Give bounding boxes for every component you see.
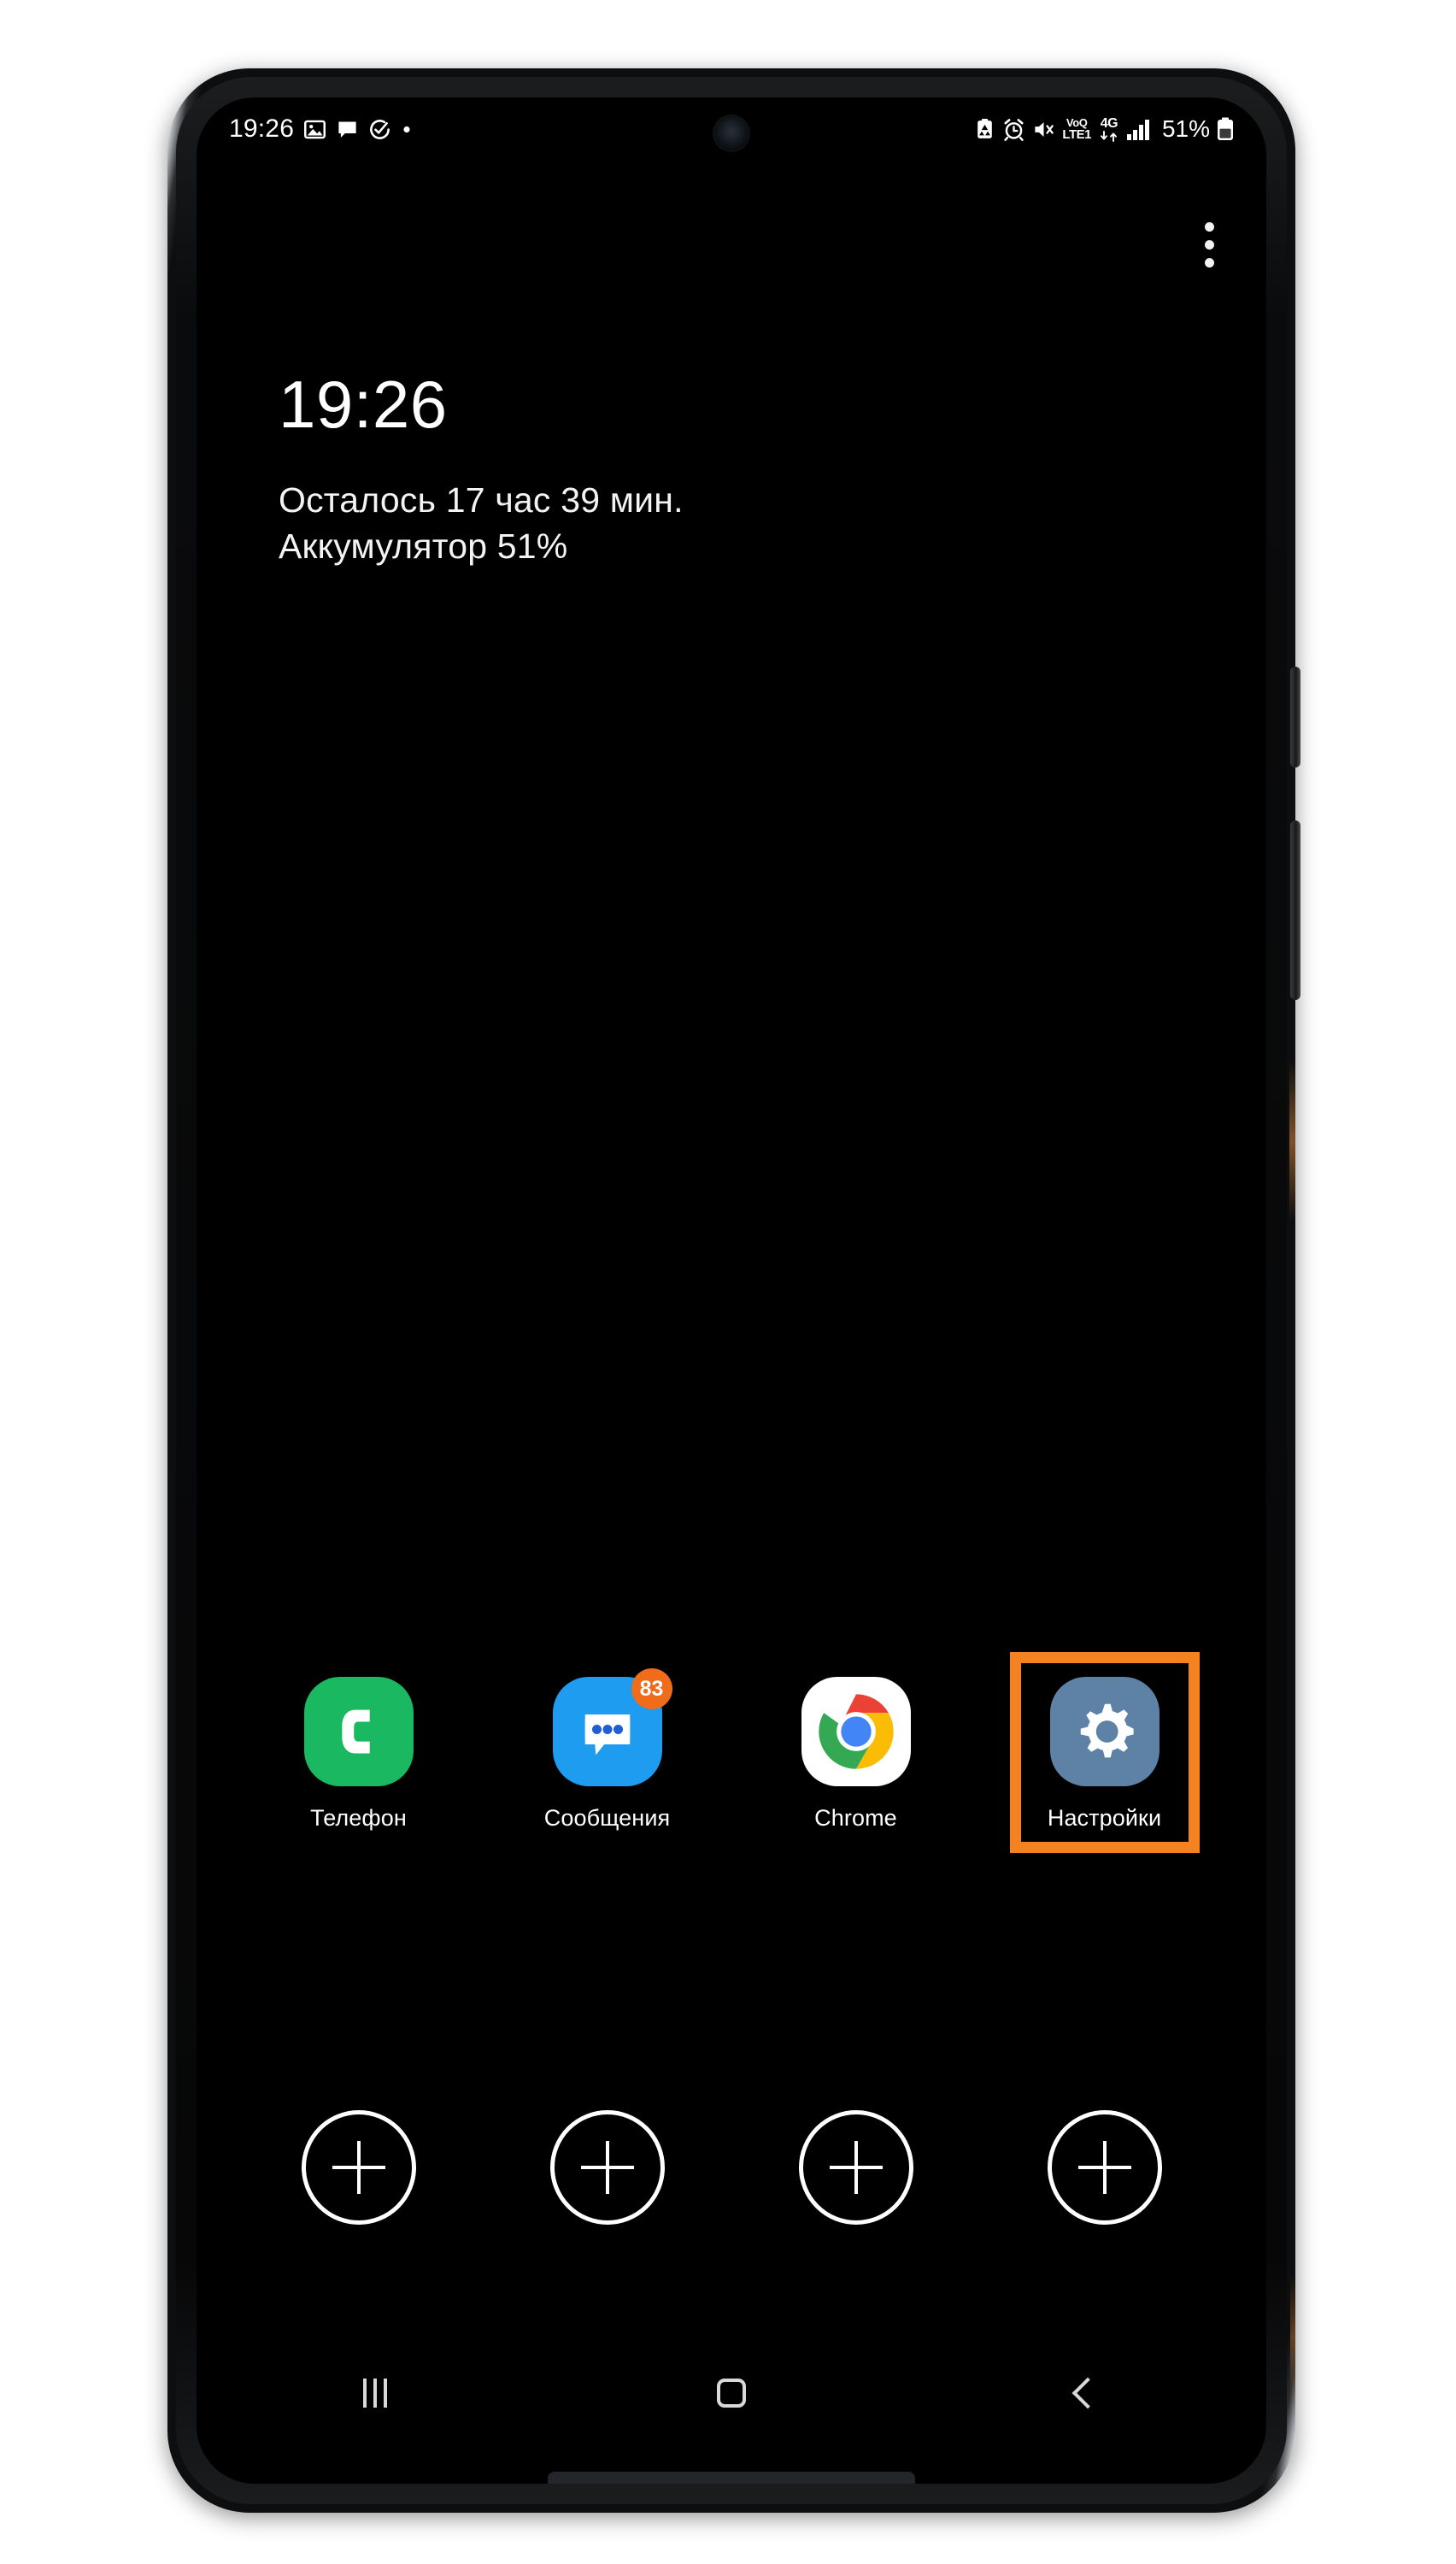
data-saver-icon: [978, 118, 993, 138]
plus-icon: [798, 2110, 913, 2225]
home-icon: [716, 2379, 746, 2408]
screen-edge-reflection-lower: [1290, 2273, 1295, 2402]
settings-icon-bg: [1049, 1677, 1160, 1786]
volte-indicator: VoQ LTE1: [1062, 116, 1091, 142]
check-circle-icon: [370, 119, 390, 139]
phone-icon-wrap: [303, 1677, 414, 1786]
plus-icon: [549, 2110, 665, 2225]
nav-back-button[interactable]: [1024, 2352, 1152, 2434]
app-label-chrome: Chrome: [814, 1805, 897, 1831]
signal-bars-icon: [1126, 120, 1149, 140]
overflow-dot-3: [1204, 257, 1214, 268]
more-dot-icon: [403, 126, 410, 132]
battery-percent-label: 51%: [1161, 115, 1210, 142]
chrome-icon-wrap: [801, 1677, 911, 1786]
bottom-screen-sliver: [548, 2472, 915, 2484]
empty-slot-1[interactable]: [273, 2110, 444, 2225]
chrome-icon: [814, 1691, 897, 1773]
app-icon-messages[interactable]: 83 Сообщения: [522, 1661, 693, 1844]
status-bar-right-group: VoQ LTE1 4G 51%: [974, 115, 1234, 142]
data-transfer-arrows-icon: [1101, 130, 1117, 142]
plus-icon: [301, 2110, 416, 2225]
settings-icon-wrap: [1049, 1677, 1160, 1786]
aod-clock: 19:26: [279, 367, 448, 442]
battery-level-label: Аккумулятор 51%: [279, 526, 568, 567]
overflow-menu-button[interactable]: [1189, 200, 1229, 289]
back-chevron-icon: [1071, 2377, 1104, 2409]
phone-icon: [341, 1709, 370, 1754]
battery-icon: [1218, 117, 1233, 140]
messages-icon-wrap: 83: [552, 1668, 672, 1786]
empty-slot-3[interactable]: [771, 2110, 942, 2225]
alarm-icon: [1004, 118, 1024, 141]
messages-icon: [584, 1714, 630, 1755]
battery-time-remaining-label: Осталось 17 час 39 мин.: [279, 480, 684, 520]
status-bar-left-group: 19:26: [229, 116, 413, 142]
status-bar-clock: 19:26: [229, 115, 295, 143]
nav-home-button[interactable]: [667, 2352, 796, 2434]
app-label-phone: Телефон: [310, 1805, 407, 1831]
screen-edge-reflection: [1289, 1060, 1295, 1222]
phone-icon-bg: [303, 1677, 414, 1786]
app-icon-phone[interactable]: Телефон: [273, 1661, 444, 1844]
recents-bar-3: [383, 2379, 387, 2408]
always-on-display-info: 19:26 Осталось 17 час 39 мин. Аккумулято…: [279, 371, 684, 569]
phone-screen: 19:26 VoQ LTE1 4G 51% 19:26 Осталось 17 …: [197, 97, 1266, 2484]
messages-unread-badge: 83: [631, 1668, 672, 1709]
empty-slot-4[interactable]: [1019, 2110, 1190, 2225]
empty-slot-2[interactable]: [522, 2110, 693, 2225]
gallery-icon: [304, 120, 326, 138]
app-icon-settings[interactable]: Настройки: [1009, 1652, 1200, 1853]
mobile-data-indicator: 4G: [1098, 116, 1120, 142]
app-label-settings: Настройки: [1047, 1805, 1162, 1831]
overflow-dot-1: [1204, 221, 1214, 232]
message-icon: [338, 121, 356, 138]
plus-icon: [1047, 2110, 1162, 2225]
mute-icon: [1035, 121, 1054, 137]
empty-slot-row: [197, 2110, 1266, 2225]
nav-recents-button[interactable]: [311, 2352, 439, 2434]
overflow-dot-2: [1204, 239, 1214, 250]
app-label-messages: Сообщения: [543, 1805, 671, 1831]
front-camera-punch-hole: [714, 116, 749, 150]
chrome-icon-bg: [801, 1677, 911, 1786]
gear-icon: [1080, 1703, 1134, 1758]
recents-icon: [362, 2379, 387, 2408]
app-dock-row: Телефон 83 Сообщения Chrome Настройки: [197, 1652, 1266, 1853]
recents-bar-2: [373, 2379, 377, 2408]
power-button[interactable]: [1290, 667, 1300, 767]
recents-bar-1: [362, 2379, 367, 2408]
volume-button[interactable]: [1290, 820, 1300, 1000]
app-icon-chrome[interactable]: Chrome: [771, 1661, 942, 1844]
navigation-bar: [197, 2352, 1266, 2434]
phone-device-frame: 19:26 VoQ LTE1 4G 51% 19:26 Осталось 17 …: [167, 68, 1300, 2513]
